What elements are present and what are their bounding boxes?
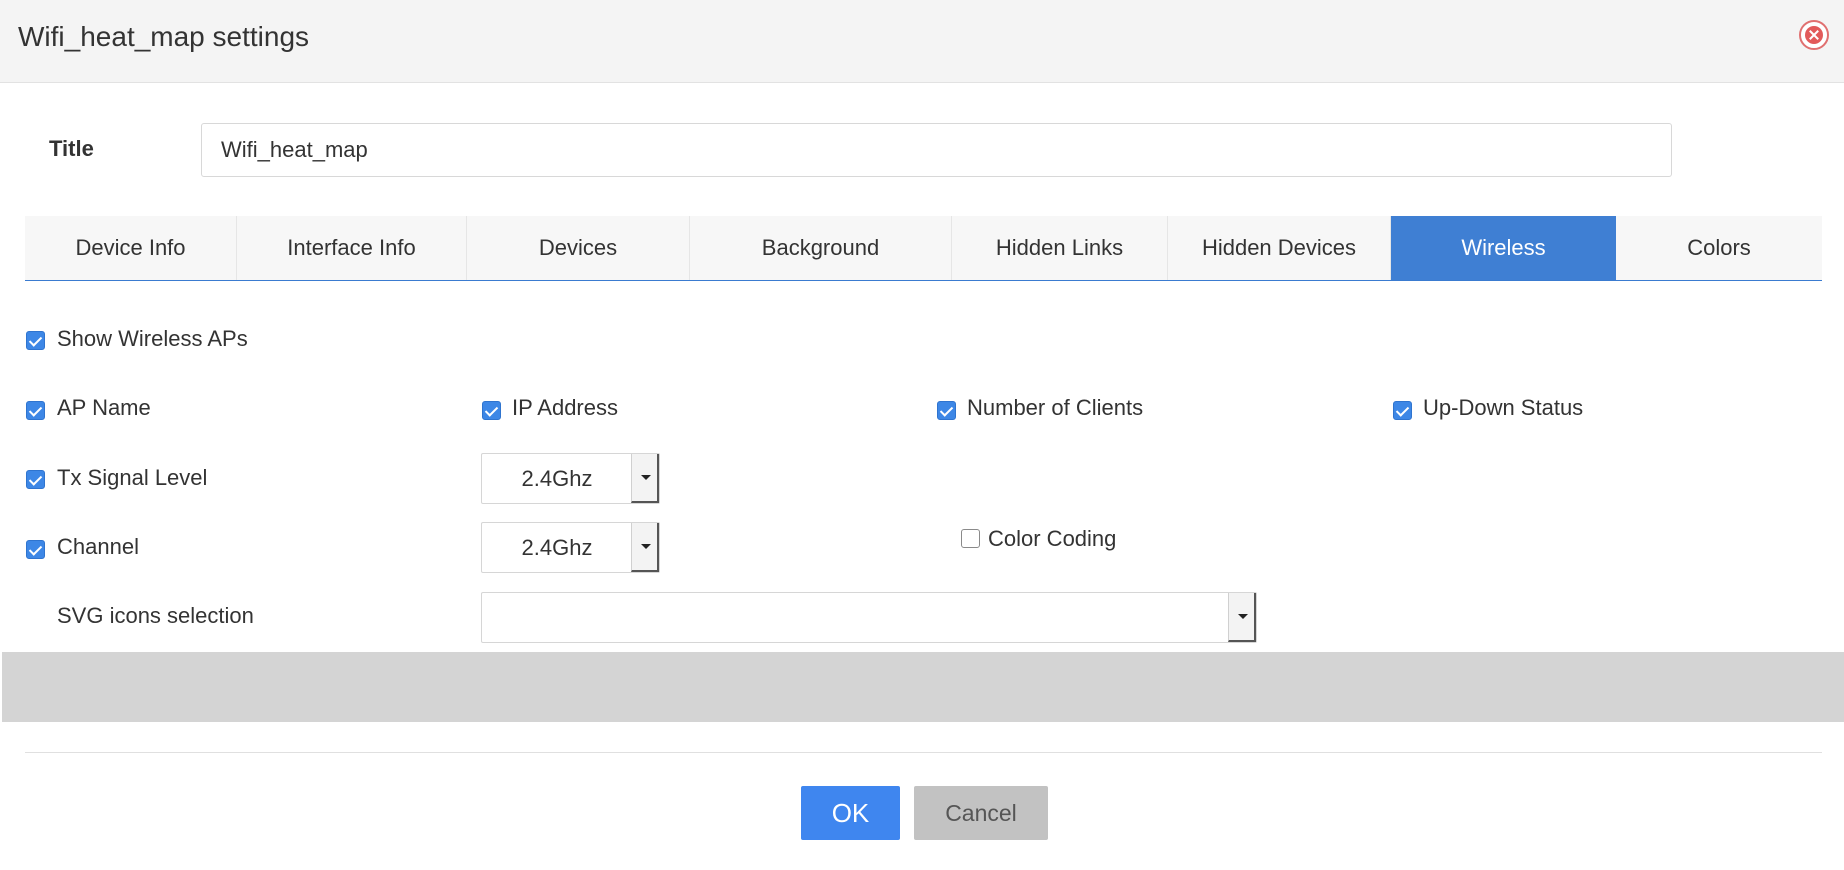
tx-signal-band-select[interactable]: 2.4Ghz (481, 453, 660, 504)
content-area-band (2, 652, 1844, 722)
tab-background[interactable]: Background (690, 216, 952, 280)
tab-interface-info[interactable]: Interface Info (237, 216, 467, 280)
dialog-title: Wifi_heat_map settings (18, 21, 310, 52)
dialog-header: Wifi_heat_map settings (0, 0, 1844, 83)
cancel-button[interactable]: Cancel (914, 786, 1048, 840)
chevron-down-icon (1238, 614, 1248, 619)
color-coding-label: Color Coding (988, 526, 1117, 551)
tab-hidden-devices[interactable]: Hidden Devices (1168, 216, 1391, 280)
title-input[interactable] (201, 123, 1672, 177)
settings-dialog: Wifi_heat_map settings Title Device Info… (0, 0, 1844, 870)
tab-devices[interactable]: Devices (467, 216, 690, 280)
chevron-down-icon (641, 544, 651, 549)
channel-band-value: 2.4Ghz (521, 535, 593, 560)
ip-address-label: IP Address (512, 395, 618, 420)
close-icon (1805, 26, 1823, 44)
ok-button[interactable]: OK (801, 786, 900, 840)
close-button[interactable] (1799, 20, 1829, 50)
tab-device-info[interactable]: Device Info (25, 216, 237, 280)
ap-name-checkbox[interactable] (26, 401, 45, 420)
tx-signal-band-value: 2.4Ghz (521, 466, 593, 491)
tx-signal-level-label: Tx Signal Level (57, 465, 208, 490)
tx-signal-level-checkbox[interactable] (26, 470, 45, 489)
tab-wireless[interactable]: Wireless (1391, 216, 1616, 280)
ip-address-checkbox[interactable] (482, 401, 501, 420)
svg-icons-select[interactable] (481, 592, 1257, 643)
ap-name-label: AP Name (57, 395, 151, 420)
svg-icons-value (482, 593, 1229, 642)
show-wireless-aps-checkbox[interactable] (26, 331, 45, 350)
show-wireless-aps-label: Show Wireless APs (57, 326, 248, 351)
dropdown-arrow[interactable] (631, 454, 659, 503)
tab-hidden-links[interactable]: Hidden Links (952, 216, 1168, 280)
number-of-clients-checkbox[interactable] (937, 401, 956, 420)
color-coding-checkbox[interactable] (961, 529, 980, 548)
dropdown-arrow[interactable] (1228, 593, 1256, 642)
up-down-status-checkbox[interactable] (1393, 401, 1412, 420)
tab-bar: Device Info Interface Info Devices Backg… (25, 216, 1822, 281)
title-label: Title (49, 136, 94, 161)
footer-divider (25, 752, 1822, 753)
channel-checkbox[interactable] (26, 540, 45, 559)
up-down-status-label: Up-Down Status (1423, 395, 1584, 420)
svg-icons-selection-label: SVG icons selection (57, 603, 254, 628)
number-of-clients-label: Number of Clients (967, 395, 1144, 420)
channel-label: Channel (57, 534, 139, 559)
tab-colors[interactable]: Colors (1616, 216, 1822, 280)
channel-band-select[interactable]: 2.4Ghz (481, 522, 660, 573)
chevron-down-icon (641, 475, 651, 480)
dropdown-arrow[interactable] (631, 523, 659, 572)
